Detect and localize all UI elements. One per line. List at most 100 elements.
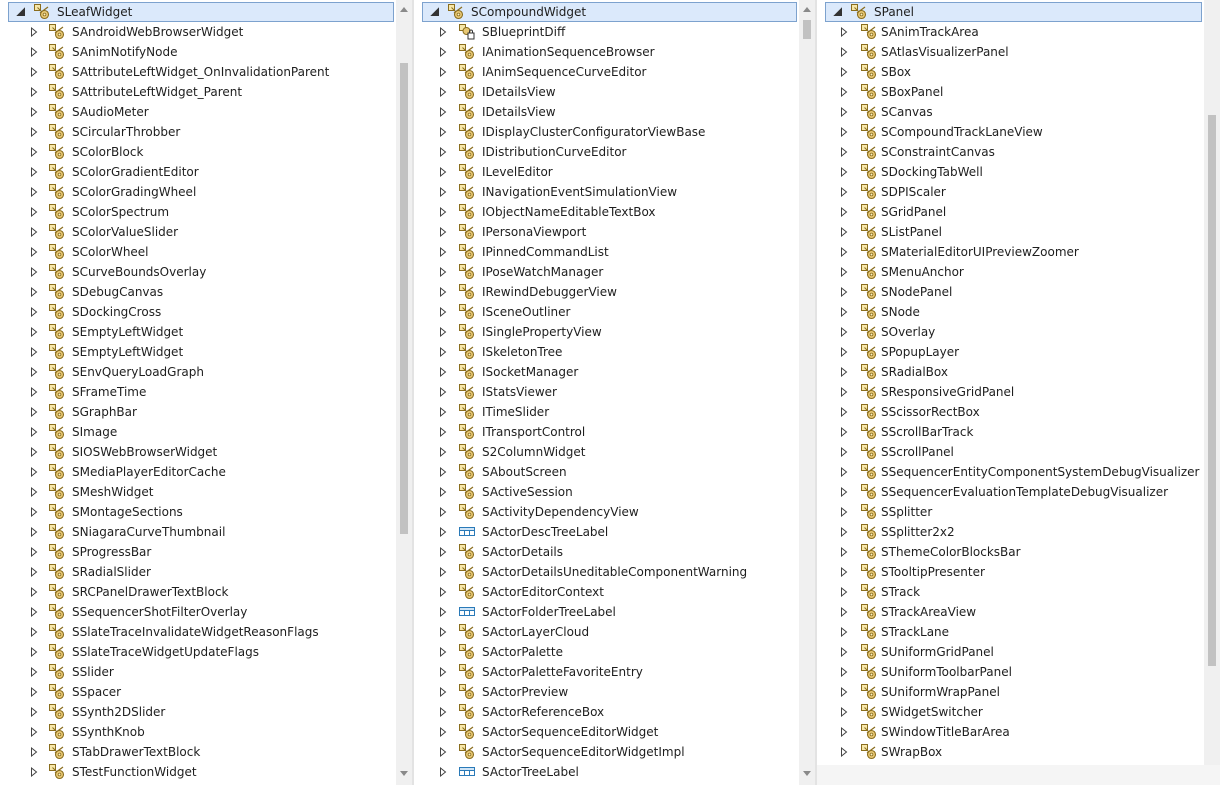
expand-triangle-icon[interactable] <box>28 562 40 582</box>
expand-triangle-icon[interactable] <box>838 22 850 42</box>
tree-item[interactable]: SWindowTitleBarArea <box>817 722 1204 742</box>
expand-triangle-icon[interactable] <box>28 42 40 62</box>
tree-root-node[interactable]: SCompoundWidget <box>422 2 797 22</box>
tree-item[interactable]: SGridPanel <box>817 202 1204 222</box>
expand-triangle-icon[interactable] <box>437 582 449 602</box>
tree-item[interactable]: SBoxPanel <box>817 82 1204 102</box>
tree-item[interactable]: IDistributionCurveEditor <box>414 142 799 162</box>
expand-triangle-icon[interactable] <box>437 442 449 462</box>
expand-triangle-icon[interactable] <box>28 162 40 182</box>
tree-item[interactable]: SSynthKnob <box>0 722 396 742</box>
expand-triangle-icon[interactable] <box>437 242 449 262</box>
expand-triangle-icon[interactable] <box>28 122 40 142</box>
tree-item[interactable]: SDockingTabWell <box>817 162 1204 182</box>
tree-item[interactable]: SEmptyLeftWidget <box>0 322 396 342</box>
tree-item[interactable]: IObjectNameEditableTextBox <box>414 202 799 222</box>
tree-item[interactable]: IDetailsView <box>414 102 799 122</box>
expand-triangle-icon[interactable] <box>437 22 449 42</box>
expand-triangle-icon[interactable] <box>437 322 449 342</box>
tree-item[interactable]: SActorSequenceEditorWidgetImpl <box>414 742 799 762</box>
expand-triangle-icon[interactable] <box>838 422 850 442</box>
tree-item[interactable]: ISkeletonTree <box>414 342 799 362</box>
tree-item[interactable]: SAtlasVisualizerPanel <box>817 42 1204 62</box>
tree-item[interactable]: SDockingCross <box>0 302 396 322</box>
tree-item[interactable]: SMaterialEditorUIPreviewZoomer <box>817 242 1204 262</box>
expand-triangle-icon[interactable] <box>28 522 40 542</box>
expand-triangle-icon[interactable] <box>28 762 40 782</box>
tree-item[interactable]: SColorWheel <box>0 242 396 262</box>
tree-item[interactable]: SFrameTime <box>0 382 396 402</box>
tree-item[interactable]: SMediaPlayerEditorCache <box>0 462 396 482</box>
tree-item[interactable]: SSlider <box>0 662 396 682</box>
expand-triangle-icon[interactable] <box>437 42 449 62</box>
expand-triangle-icon[interactable] <box>437 682 449 702</box>
expand-triangle-icon[interactable] <box>437 362 449 382</box>
expand-triangle-icon[interactable] <box>437 82 449 102</box>
tree-item[interactable]: SAndroidWebBrowserWidget <box>0 22 396 42</box>
expand-triangle-icon[interactable] <box>437 182 449 202</box>
vertical-scrollbar[interactable] <box>799 0 815 785</box>
expand-triangle-icon[interactable] <box>28 222 40 242</box>
scroll-thumb[interactable] <box>400 62 408 534</box>
tree-item[interactable]: ISceneOutliner <box>414 302 799 322</box>
tree-item[interactable]: IDetailsView <box>414 82 799 102</box>
expand-triangle-icon[interactable] <box>838 682 850 702</box>
tree-item[interactable]: SNiagaraCurveThumbnail <box>0 522 396 542</box>
expand-triangle-icon[interactable] <box>28 702 40 722</box>
tree-item[interactable]: SActorPaletteFavoriteEntry <box>414 662 799 682</box>
tree-root-node[interactable]: SPanel <box>825 2 1202 22</box>
hierarchy-panel-scompoundwidget[interactable]: SCompoundWidget SBlueprintDiff IAnimationS… <box>414 0 815 785</box>
expand-triangle-icon[interactable] <box>28 302 40 322</box>
tree-item[interactable]: SRCPanelDrawerTextBlock <box>0 582 396 602</box>
scroll-thumb[interactable] <box>803 19 811 40</box>
tree-item[interactable]: SColorGradientEditor <box>0 162 396 182</box>
expand-triangle-icon[interactable] <box>838 662 850 682</box>
tree-item[interactable]: SWrapBox <box>817 742 1204 762</box>
expand-triangle-icon[interactable] <box>838 382 850 402</box>
expand-triangle-icon[interactable] <box>838 642 850 662</box>
tree-item[interactable]: SCompoundTrackLaneView <box>817 122 1204 142</box>
tree-item[interactable]: SSynth2DSlider <box>0 702 396 722</box>
tree-item[interactable]: IPoseWatchManager <box>414 262 799 282</box>
tree-item[interactable]: SSlateTraceInvalidateWidgetReasonFlags <box>0 622 396 642</box>
tree-item[interactable]: ISocketManager <box>414 362 799 382</box>
tree-item[interactable]: SCircularThrobber <box>0 122 396 142</box>
tree-item[interactable]: SEmptyLeftWidget <box>0 342 396 362</box>
scroll-up-arrow-icon[interactable] <box>396 2 412 18</box>
tree-item[interactable]: SSlateTraceWidgetUpdateFlags <box>0 642 396 662</box>
expand-triangle-icon[interactable] <box>28 62 40 82</box>
tree-item[interactable]: IPinnedCommandList <box>414 242 799 262</box>
expand-triangle-icon[interactable] <box>838 262 850 282</box>
tree-item[interactable]: SMontageSections <box>0 502 396 522</box>
tree-item[interactable]: SCanvas <box>817 102 1204 122</box>
expand-triangle-icon[interactable] <box>437 382 449 402</box>
expand-triangle-icon[interactable] <box>28 342 40 362</box>
expand-triangle-icon[interactable] <box>437 162 449 182</box>
expand-triangle-icon[interactable] <box>28 322 40 342</box>
expand-triangle-icon[interactable] <box>437 602 449 622</box>
tree-item[interactable]: STrackAreaView <box>817 602 1204 622</box>
expand-triangle-icon[interactable] <box>838 142 850 162</box>
tree-item[interactable]: SMenuAnchor <box>817 262 1204 282</box>
expand-triangle-icon[interactable] <box>437 422 449 442</box>
tree-item[interactable]: SAttributeLeftWidget_Parent <box>0 82 396 102</box>
expand-triangle-icon[interactable] <box>838 62 850 82</box>
tree-item[interactable]: STrack <box>817 582 1204 602</box>
expanded-triangle-icon[interactable] <box>428 2 440 22</box>
tree-item[interactable]: SActorReferenceBox <box>414 702 799 722</box>
expand-triangle-icon[interactable] <box>838 622 850 642</box>
tree-item[interactable]: SWidgetSwitcher <box>817 702 1204 722</box>
hierarchy-panel-sleafwidget[interactable]: SLeafWidget SAndroidWebBrowserWidget SAnim… <box>0 0 412 785</box>
expand-triangle-icon[interactable] <box>437 122 449 142</box>
tree-item[interactable]: SMeshWidget <box>0 482 396 502</box>
tree-item[interactable]: SActivityDependencyView <box>414 502 799 522</box>
expand-triangle-icon[interactable] <box>838 282 850 302</box>
tree-root-node[interactable]: SLeafWidget <box>8 2 394 22</box>
scroll-up-arrow-icon[interactable] <box>799 2 815 18</box>
tree-item[interactable]: SActorDetails <box>414 542 799 562</box>
tree-item[interactable]: IStatsViewer <box>414 382 799 402</box>
tree-item[interactable]: SActorTreeLabel <box>414 762 799 782</box>
expand-triangle-icon[interactable] <box>437 662 449 682</box>
tree-item[interactable]: SUniformGridPanel <box>817 642 1204 662</box>
expand-triangle-icon[interactable] <box>28 282 40 302</box>
